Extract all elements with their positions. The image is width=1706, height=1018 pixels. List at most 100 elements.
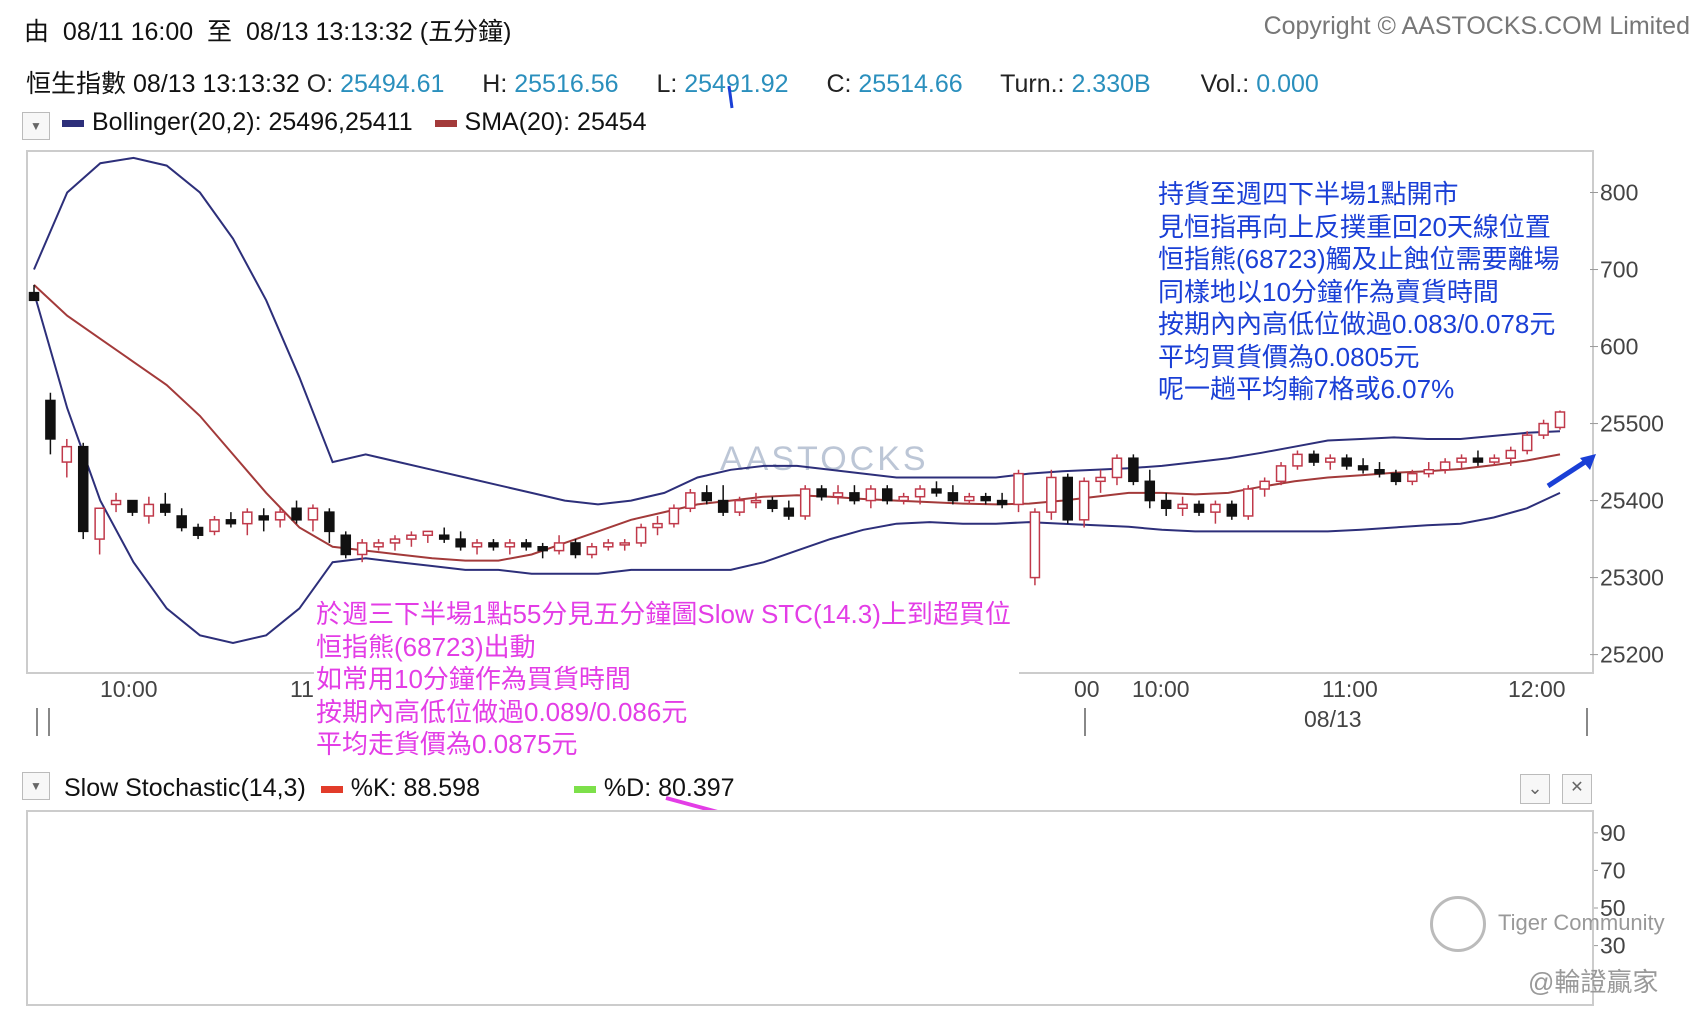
watermark-tiger: Tiger Community [1498,910,1665,935]
candle-body [1341,457,1352,467]
note-line: 同樣地以10分鐘作為賣貨時間 [1158,276,1499,307]
candle-body [914,488,926,498]
stochastic-dropdown-button[interactable]: ▼ [22,772,50,800]
collapse-button[interactable]: ⌄ [1520,774,1550,804]
candle-body [143,503,155,517]
candle-body [160,503,171,513]
candle-body [274,511,286,521]
candle-body [734,499,745,513]
close-button[interactable]: ✕ [1562,774,1592,804]
note-line: 按期內高低位做過0.089/0.086元 [316,696,688,727]
candle-body [45,399,56,440]
candle-body [1226,503,1238,517]
candle-body [1325,457,1336,463]
note-line: 按期內內高低位做過0.083/0.078元 [1158,309,1556,339]
candle-body [406,534,417,540]
note-line: 平均走貨價為0.0875元 [316,729,578,759]
candle-body [947,492,959,502]
candle-body [1193,503,1205,513]
candle-body [1489,457,1500,463]
annotation-pink: 於週三下半場1點55分見五分鐘圖Slow STC(14.3)上到超買位 恒指熊(… [314,598,1019,767]
candle-body [438,534,450,540]
triangle-down-icon: ▼ [30,779,42,793]
candle-body [1128,457,1139,483]
date-label: 08/13 [1304,706,1362,732]
candle-body [1472,457,1484,463]
candle-body [61,445,73,463]
x-tick: 11:00 [1322,676,1378,702]
watermark-author: @輪證贏家 [1528,967,1659,997]
y-tick-label: 90 [1600,820,1626,846]
candle-body [1390,472,1402,483]
period-divider [1084,708,1086,736]
candle-body [488,542,499,548]
y-tick-label: 25400 [1600,488,1664,514]
x-tick: 10:00 [100,676,158,702]
candle-body [1046,476,1057,513]
chevron-down-icon: ⌄ [1527,778,1543,798]
candle-body [750,499,762,504]
candle-body [537,546,548,552]
candle-body [1144,480,1156,502]
candle-body [455,538,466,548]
candle-body [1538,422,1549,436]
candle-body [373,542,384,548]
candle-body [1357,465,1369,471]
candle-body [964,495,975,502]
candle-body [127,499,138,513]
annotation-blue: 持貨至週四下半場1點開市 見恒指再向上反撲重回20天線位置 恒指熊(68723)… [1156,178,1590,410]
y-tick-label: 25200 [1600,642,1664,668]
candle-body [1160,499,1172,510]
candle-body [389,538,401,544]
candle-body [619,542,630,546]
note-line: 見恒指再向上反撲重回20天線位置 [1158,211,1551,242]
d-legend: %D: 80.397 [603,774,735,802]
candle-body [94,507,105,540]
candle-body [1423,469,1434,475]
candle-body [1275,465,1287,483]
candle-body [1439,461,1451,471]
candle-body [832,492,844,498]
candle-body [520,542,532,548]
note-line: 恒指熊(68723)觸及止蝕位需要離場 [1158,244,1560,274]
candle-body [767,499,778,510]
stochastic-panel[interactable] [26,810,1594,1006]
y-tick-label: 600 [1600,334,1638,360]
candle-body [668,507,680,525]
tiger-logo-icon [1430,896,1486,952]
candle-body [996,499,1008,506]
note-line: 持貨至週四下半場1點開市 [1158,179,1459,209]
blue-tick-mark [727,85,734,109]
candle-body [1242,488,1254,517]
candle-body [1210,503,1221,513]
candle-body [209,519,220,533]
candle-body [356,542,368,556]
period-divider [1586,708,1588,736]
y-tick-label: 700 [1600,257,1638,283]
candle-body [799,488,811,517]
candle-body [110,499,122,506]
candle-body [603,542,614,548]
candle-body [1407,472,1418,483]
close-icon: ✕ [1570,779,1584,796]
note-line: 如常用10分鐘作為買貨時間 [316,664,631,694]
y-tick-label: 25500 [1600,411,1664,437]
candle-body [504,542,516,548]
note-line: 呢一趟平均輸7格或6.07% [1158,374,1455,404]
candle-body [340,534,352,556]
candle-body [586,546,598,556]
k-swatch [320,785,343,793]
x-tick: 10:00 [1132,676,1190,702]
candle-body [816,488,827,498]
period-divider [48,708,50,736]
note-line: 於週三下半場1點55分見五分鐘圖Slow STC(14.3)上到超買位 [316,599,1011,629]
candle-body [242,511,253,525]
candle-body [1554,411,1566,429]
y-tick-label: 25300 [1600,565,1664,591]
candle-body [1505,449,1517,459]
x-tick: 12:00 [1508,676,1566,702]
candle-body [307,507,319,521]
stochastic-legend: Slow Stochastic(14,3) %K: 88.598 %D: 80.… [64,774,735,803]
candle-body [685,492,696,510]
candle-body [980,495,991,502]
